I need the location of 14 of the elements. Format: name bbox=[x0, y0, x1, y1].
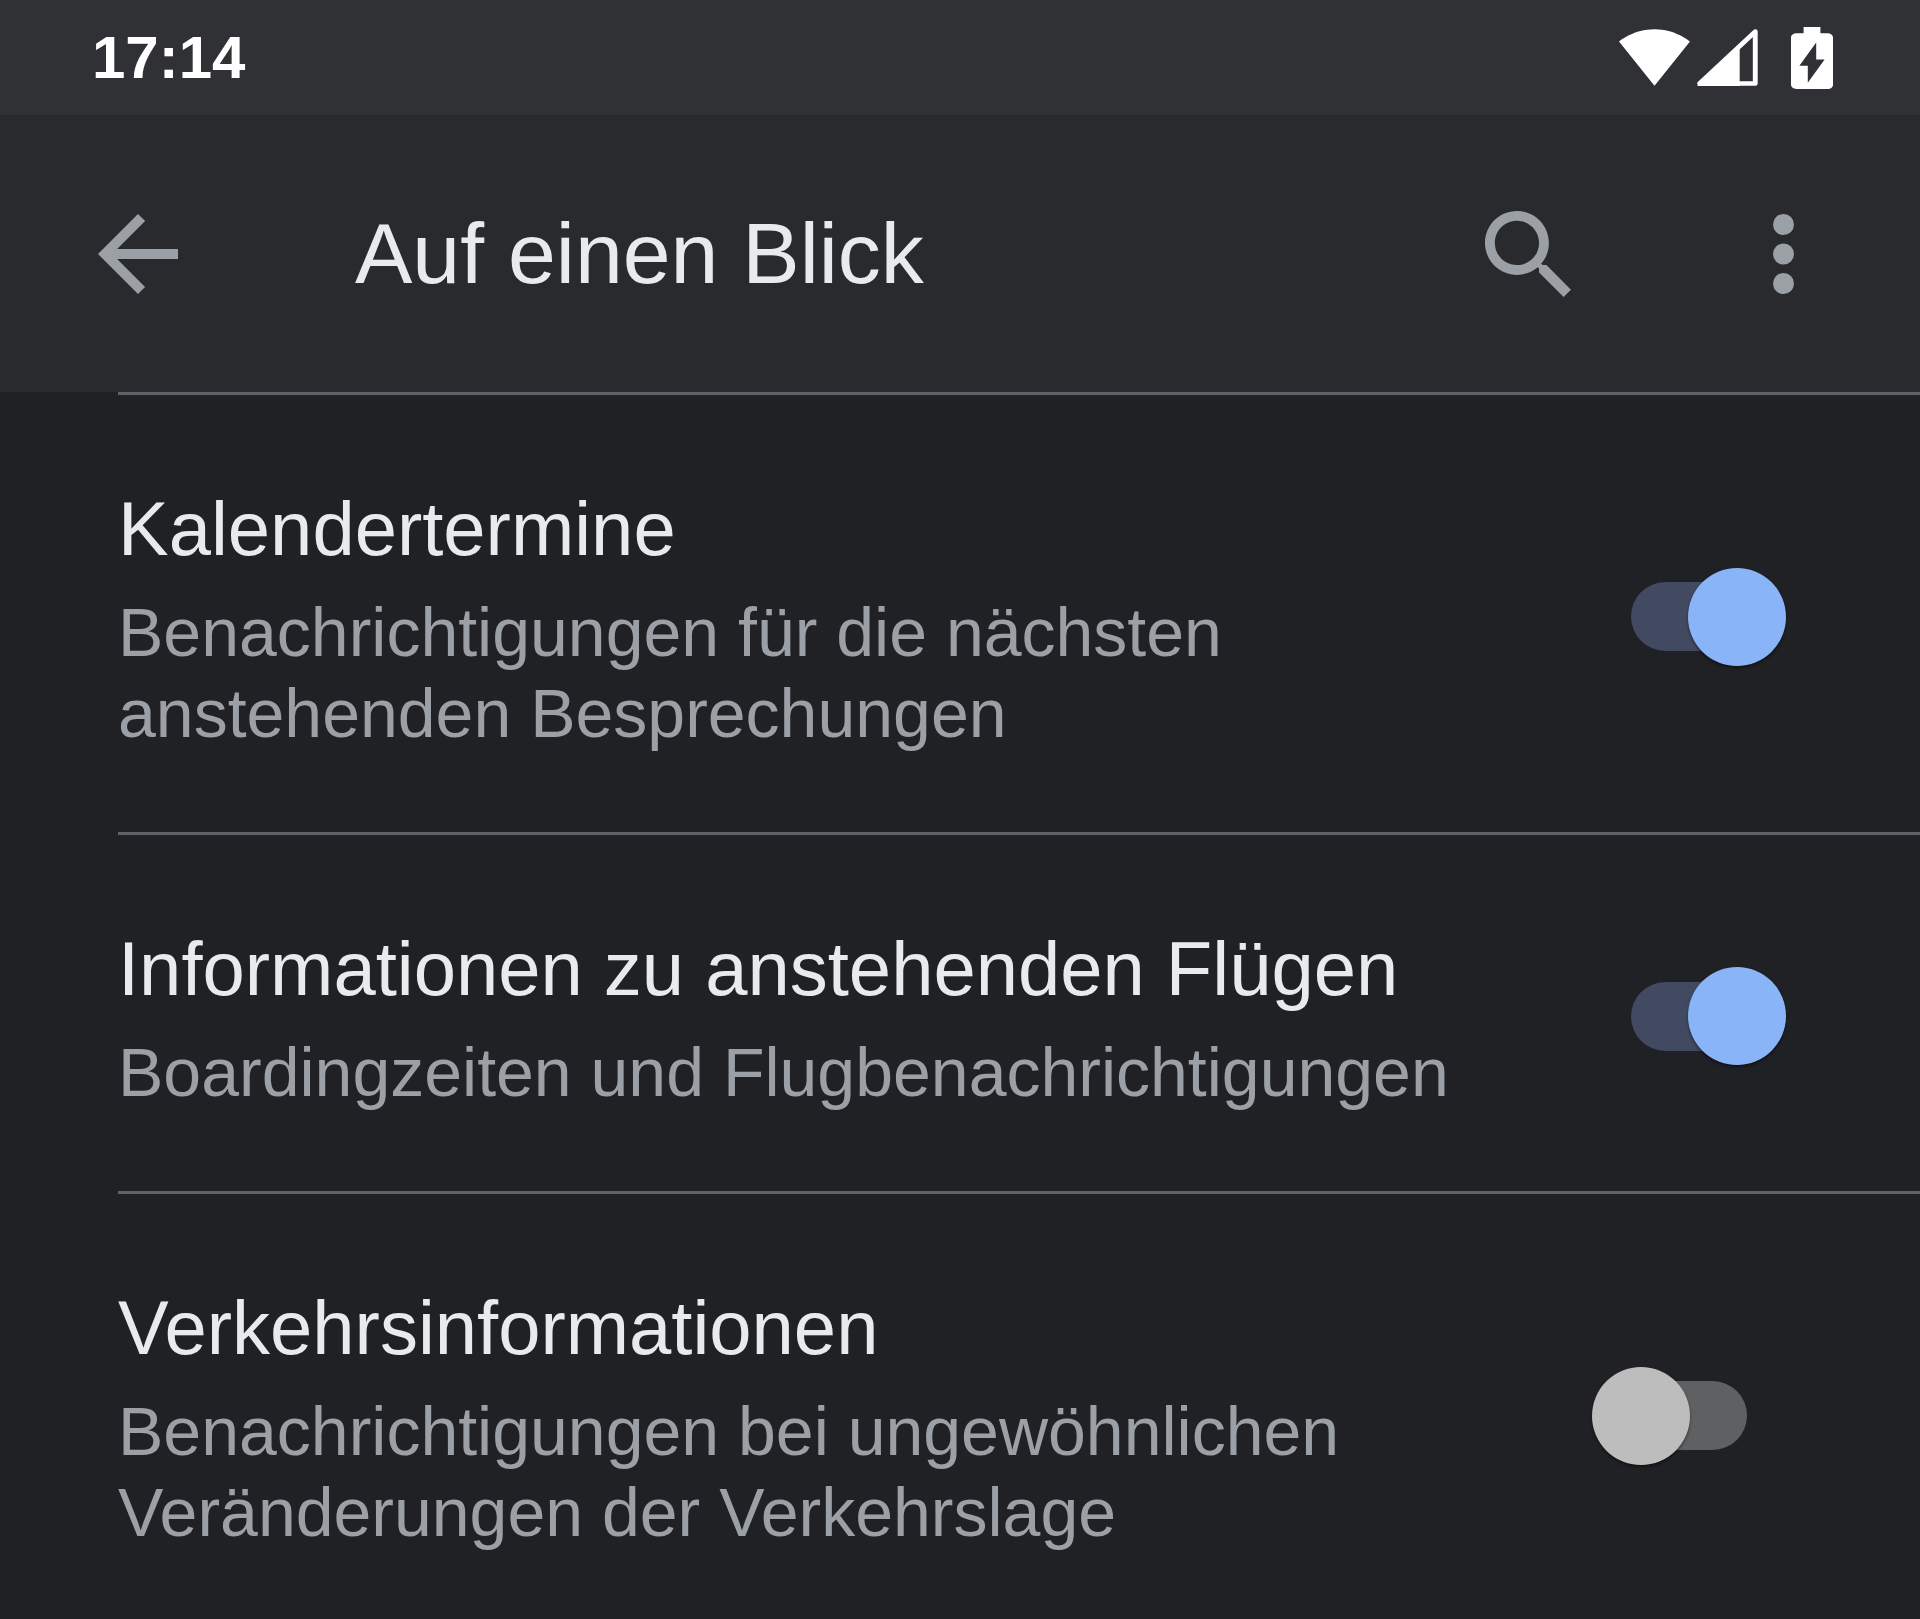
setting-description: Boardingzeiten und Flugbenachrichtigungen bbox=[118, 1033, 1450, 1112]
more-options-icon[interactable] bbox=[1773, 213, 1794, 294]
setting-title: Informationen zu anstehenden Flügen bbox=[118, 925, 1400, 1013]
status-time: 17:14 bbox=[92, 27, 246, 88]
setting-title: Kalendertermine bbox=[118, 485, 677, 573]
page-title: Auf einen Blick bbox=[355, 204, 924, 303]
search-icon[interactable] bbox=[1485, 210, 1571, 297]
back-arrow-icon[interactable] bbox=[98, 213, 178, 294]
setting-description: Benachrichtigungen bei ungewöhnlichen Veränderungen der Verkehrslage bbox=[118, 1392, 1341, 1552]
wifi-icon bbox=[1619, 29, 1690, 86]
setting-description: Benachrichtigungen für die nächsten anstehenden Besprechungen bbox=[118, 593, 1223, 753]
signal-icon bbox=[1697, 29, 1758, 86]
setting-title: Verkehrsinformationen bbox=[118, 1284, 880, 1372]
battery-charging-icon bbox=[1791, 26, 1833, 89]
